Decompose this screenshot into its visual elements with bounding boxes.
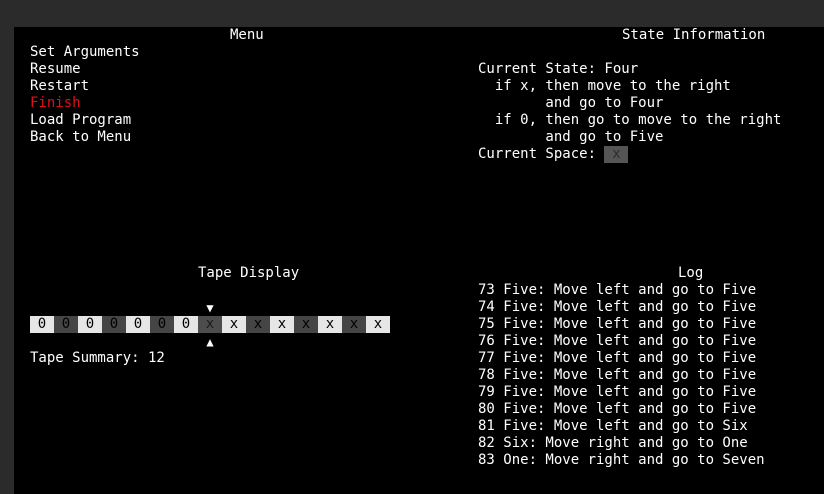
current-state: Current State: Four bbox=[478, 61, 639, 77]
tape-cell: x bbox=[366, 316, 390, 333]
menu-item-load-program[interactable]: Load Program bbox=[30, 112, 140, 129]
tape-cell: x bbox=[222, 316, 246, 333]
log-entry: 77 Five: Move left and go to Five bbox=[478, 350, 757, 366]
tape-summary: Tape Summary: 12 bbox=[30, 350, 165, 366]
tape-head-marker-top: ▼ bbox=[206, 301, 214, 315]
log-entry: 75 Five: Move left and go to Five bbox=[478, 316, 757, 332]
state-rule-4: and go to Five bbox=[478, 129, 664, 145]
tape-cell: 0 bbox=[174, 316, 198, 333]
tape-cell: 0 bbox=[102, 316, 126, 333]
state-rule-1: if x, then move to the right bbox=[478, 78, 731, 94]
log-list: 73 Five: Move left and go to Five 74 Five… bbox=[478, 282, 765, 469]
log-entry: 83 One: Move right and go to Seven bbox=[478, 452, 765, 468]
tape-cell: 0 bbox=[54, 316, 78, 333]
state-info-title: State Information bbox=[622, 27, 766, 43]
log-entry: 78 Five: Move left and go to Five bbox=[478, 367, 757, 383]
tape-cell: 0 bbox=[30, 316, 54, 333]
current-space-value: x bbox=[604, 146, 629, 163]
menu-item-finish[interactable]: Finish bbox=[30, 95, 140, 112]
tape-cell: x bbox=[318, 316, 342, 333]
log-entry: 73 Five: Move left and go to Five bbox=[478, 282, 757, 298]
menu-title: Menu bbox=[230, 27, 264, 43]
tape: 0000000xxxxxxxx bbox=[30, 316, 390, 333]
tape-cell-head: x bbox=[198, 316, 222, 333]
state-rule-2: and go to Four bbox=[478, 95, 664, 111]
menu-item-restart[interactable]: Restart bbox=[30, 78, 140, 95]
tape-cell: x bbox=[342, 316, 366, 333]
log-entry: 80 Five: Move left and go to Five bbox=[478, 401, 757, 417]
tape-cell: x bbox=[270, 316, 294, 333]
terminal-window: Menu Set Arguments Resume Restart Finish… bbox=[14, 27, 824, 494]
menu-list: Set Arguments Resume Restart Finish Load… bbox=[30, 44, 140, 146]
state-rule-3: if 0, then go to move to the right bbox=[478, 112, 782, 128]
menu-item-set-arguments[interactable]: Set Arguments bbox=[30, 44, 140, 61]
tape-cell: 0 bbox=[126, 316, 150, 333]
log-entry: 82 Six: Move right and go to One bbox=[478, 435, 748, 451]
tape-head-marker-bottom: ▲ bbox=[206, 335, 214, 349]
tape-cell: x bbox=[294, 316, 318, 333]
tape-title: Tape Display bbox=[198, 265, 300, 281]
tape-cell: x bbox=[246, 316, 270, 333]
tape-cell: 0 bbox=[78, 316, 102, 333]
tape-cell: 0 bbox=[150, 316, 174, 333]
log-entry: 74 Five: Move left and go to Five bbox=[478, 299, 757, 315]
menu-item-resume[interactable]: Resume bbox=[30, 61, 140, 78]
current-space-label: Current Space: bbox=[478, 146, 605, 162]
menu-item-back-to-menu[interactable]: Back to Menu bbox=[30, 129, 140, 146]
log-entry: 81 Five: Move left and go to Six bbox=[478, 418, 748, 434]
log-entry: 79 Five: Move left and go to Five bbox=[478, 384, 757, 400]
log-entry: 76 Five: Move left and go to Five bbox=[478, 333, 757, 349]
log-title: Log bbox=[678, 265, 704, 281]
current-space: Current Space: x bbox=[478, 146, 629, 163]
